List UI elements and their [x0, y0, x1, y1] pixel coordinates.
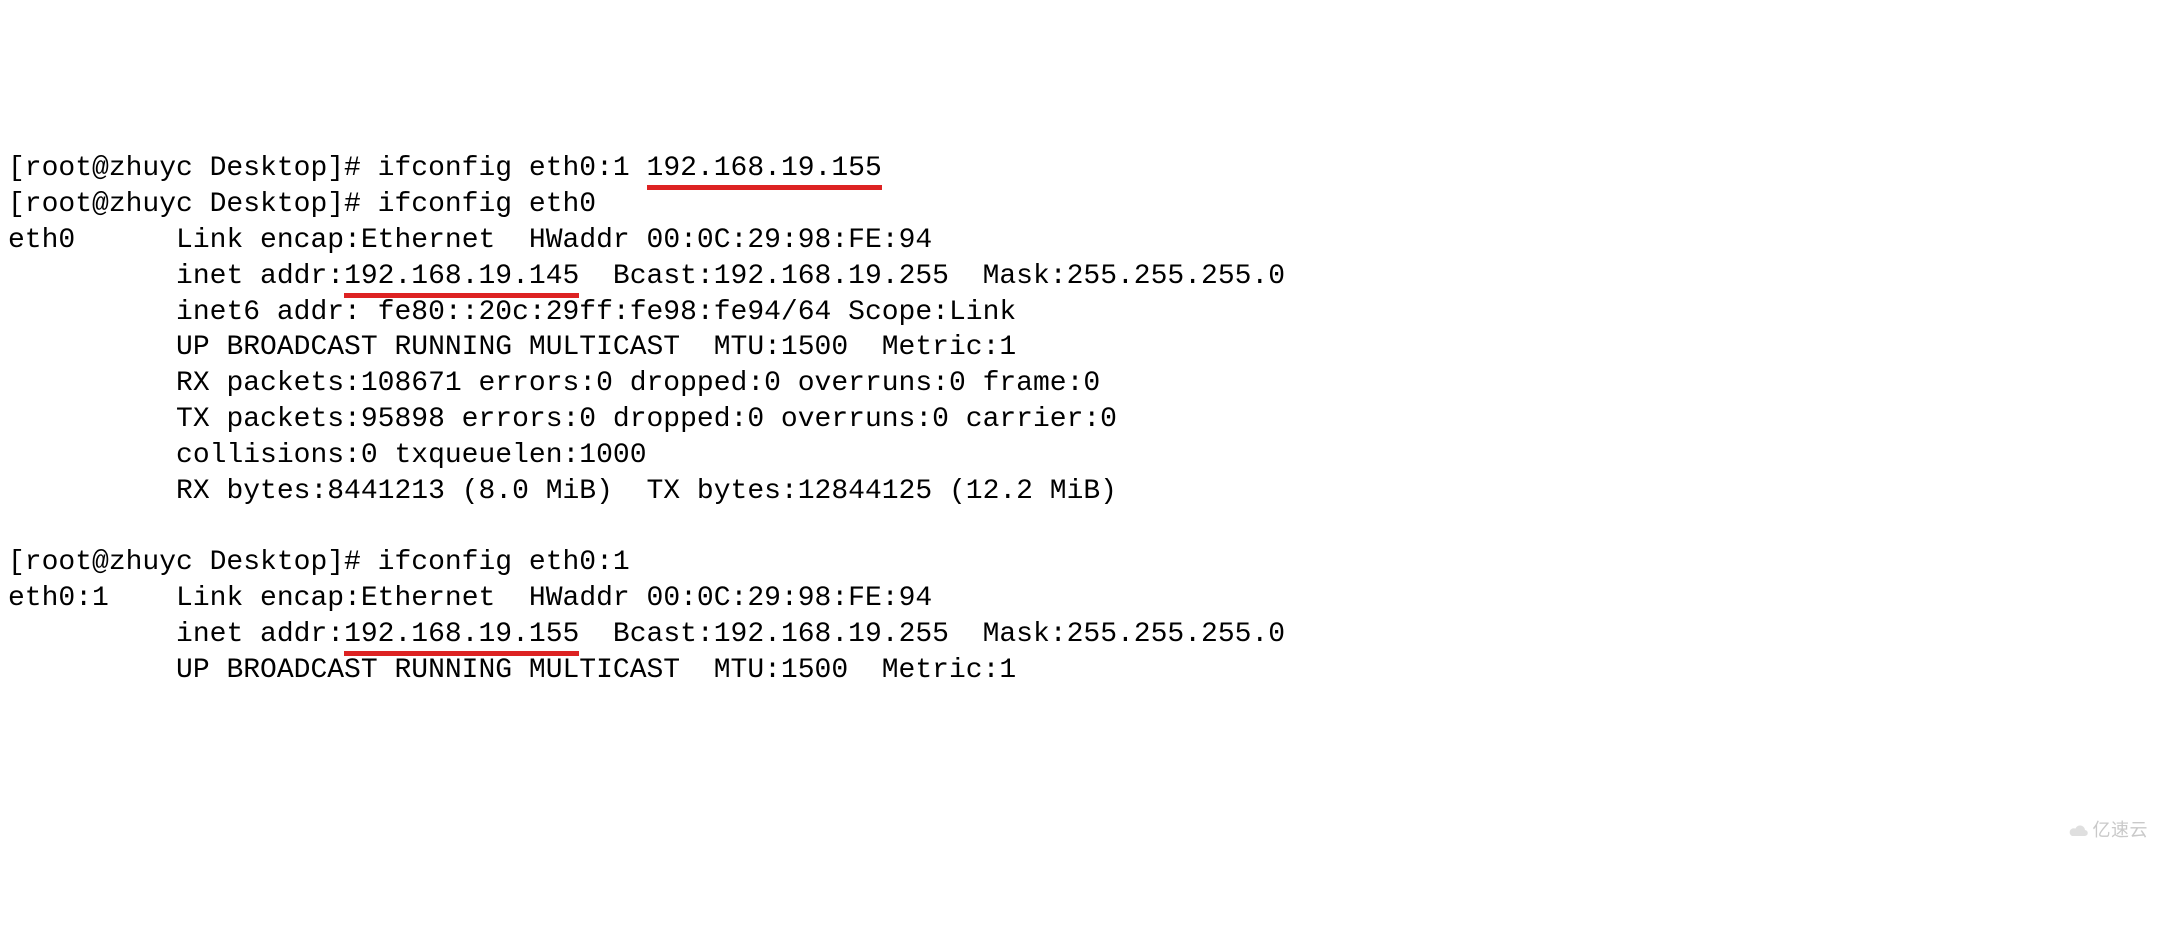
- cloud-icon: [2068, 823, 2090, 839]
- eth0-inet-prefix: inet addr:: [176, 261, 344, 292]
- pad: [8, 440, 176, 471]
- eth01-inet-rest: Bcast:192.168.19.255 Mask:255.255.255.0: [579, 619, 1285, 650]
- eth0-collisions: collisions:0 txqueuelen:1000: [176, 440, 646, 471]
- pad: [8, 476, 176, 507]
- watermark: 亿速云: [2056, 796, 2148, 842]
- eth0-flags: UP BROADCAST RUNNING MULTICAST MTU:1500 …: [176, 332, 1016, 363]
- eth01-inet-ip-highlight: 192.168.19.155: [344, 619, 579, 656]
- cmd1-prefix: ifconfig eth0:1: [378, 153, 647, 184]
- prompt: [root@zhuyc Desktop]#: [8, 547, 378, 578]
- eth0-tx-packets: TX packets:95898 errors:0 dropped:0 over…: [176, 404, 1117, 435]
- terminal-output: [root@zhuyc Desktop]# ifconfig eth0:1 19…: [8, 151, 2150, 688]
- pad: [8, 297, 176, 328]
- eth01-flags: UP BROADCAST RUNNING MULTICAST MTU:1500 …: [176, 655, 1016, 686]
- eth0-bytes: RX bytes:8441213 (8.0 MiB) TX bytes:1284…: [176, 476, 1117, 507]
- iface-name: eth0: [8, 225, 75, 256]
- pad: [8, 655, 176, 686]
- cmd1-ip-highlight: 192.168.19.155: [647, 153, 882, 190]
- pad: [8, 619, 176, 650]
- eth0-inet-ip-highlight: 192.168.19.145: [344, 261, 579, 298]
- pad: [8, 368, 176, 399]
- eth01-inet-prefix: inet addr:: [176, 619, 344, 650]
- eth0-inet-rest: Bcast:192.168.19.255 Mask:255.255.255.0: [579, 261, 1285, 292]
- prompt: [root@zhuyc Desktop]#: [8, 189, 378, 220]
- pad: [8, 261, 176, 292]
- cmd3: ifconfig eth0:1: [378, 547, 630, 578]
- pad: [75, 225, 176, 256]
- eth0-link: Link encap:Ethernet HWaddr 00:0C:29:98:F…: [176, 225, 932, 256]
- pad: [8, 404, 176, 435]
- eth01-link: Link encap:Ethernet HWaddr 00:0C:29:98:F…: [176, 583, 932, 614]
- eth0-inet6: inet6 addr: fe80::20c:29ff:fe98:fe94/64 …: [176, 297, 1016, 328]
- watermark-text: 亿速云: [2093, 820, 2149, 840]
- cmd2: ifconfig eth0: [378, 189, 596, 220]
- iface-name: eth0:1: [8, 583, 109, 614]
- prompt: [root@zhuyc Desktop]#: [8, 153, 378, 184]
- pad: [8, 332, 176, 363]
- eth0-rx-packets: RX packets:108671 errors:0 dropped:0 ove…: [176, 368, 1100, 399]
